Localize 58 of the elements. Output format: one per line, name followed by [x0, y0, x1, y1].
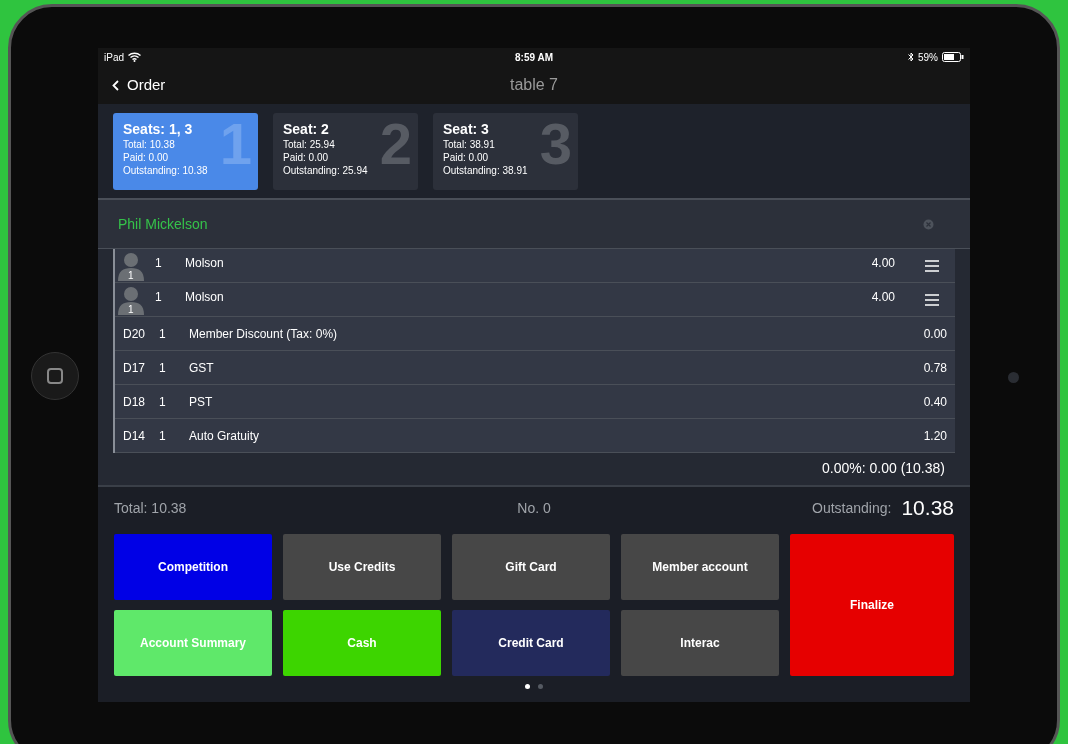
charge-name: PST	[189, 393, 213, 411]
charge-name: Member Discount (Tax: 0%)	[189, 325, 338, 343]
payment-button[interactable]: Gift Card	[452, 534, 610, 600]
carrier-label: iPad	[104, 50, 124, 65]
charge-amount: 1.20	[923, 427, 947, 445]
payment-button[interactable]: Use Credits	[283, 534, 441, 600]
charge-row[interactable]: D14 1 Auto Gratuity 1.20	[115, 419, 955, 453]
order-item-row[interactable]: 1 1 Molson 4.00	[115, 283, 955, 317]
charge-amount: 0.78	[923, 359, 947, 377]
person-icon	[117, 284, 145, 315]
charge-name: GST	[189, 359, 214, 377]
person-icon	[117, 250, 145, 281]
payment-button[interactable]: Member account	[621, 534, 779, 600]
item-price: 4.00	[871, 289, 895, 306]
charge-row[interactable]: D17 1 GST 0.78	[115, 351, 955, 385]
back-button[interactable]: Order	[112, 73, 166, 97]
seat-number: 1	[128, 268, 134, 283]
payment-button[interactable]: Interac	[621, 610, 779, 676]
charge-quantity: 1	[159, 359, 167, 377]
camera-icon	[1008, 372, 1019, 383]
home-button[interactable]	[30, 352, 79, 400]
customer-name: Phil Mickelson	[118, 214, 208, 234]
seat-number: 1	[128, 302, 134, 317]
bluetooth-icon	[908, 52, 914, 62]
charge-code: D20	[123, 325, 146, 343]
finalize-button[interactable]: Finalize	[790, 534, 954, 676]
discount-summary: 0.00%: 0.00 (10.38)	[822, 458, 945, 478]
charge-quantity: 1	[159, 325, 167, 343]
menu-icon[interactable]	[925, 259, 939, 272]
wifi-icon	[128, 52, 141, 62]
battery-icon	[942, 52, 964, 62]
page-title: table 7	[510, 75, 558, 95]
item-price: 4.00	[871, 255, 895, 272]
order-item-row[interactable]: 1 1 Molson 4.00	[115, 249, 955, 283]
item-name: Molson	[185, 255, 224, 272]
total-label: Total: 10.38	[114, 498, 187, 518]
item-quantity: 1	[155, 255, 163, 272]
item-quantity: 1	[155, 289, 163, 306]
charge-row[interactable]: D18 1 PST 0.40	[115, 385, 955, 419]
order-number: No. 0	[517, 498, 551, 518]
charge-row[interactable]: D20 1 Member Discount (Tax: 0%) 0.00	[115, 317, 955, 351]
item-name: Molson	[185, 289, 224, 306]
charge-amount: 0.00	[923, 325, 947, 343]
payment-button[interactable]: Competition	[114, 534, 272, 600]
charge-amount: 0.40	[923, 393, 947, 411]
outstanding-amount: 10.38	[901, 495, 954, 522]
charge-code: D17	[123, 359, 146, 377]
charge-code: D14	[123, 427, 146, 445]
chevron-left-icon	[112, 79, 119, 91]
battery-percent: 59%	[918, 50, 938, 65]
status-time: 8:59 AM	[515, 50, 553, 65]
outstanding-label: Outstanding:	[812, 498, 892, 518]
payment-button[interactable]: Credit Card	[452, 610, 610, 676]
charge-name: Auto Gratuity	[189, 427, 260, 445]
charge-quantity: 1	[159, 393, 167, 411]
charge-quantity: 1	[159, 427, 167, 445]
menu-icon[interactable]	[925, 293, 939, 306]
charge-code: D18	[123, 393, 146, 411]
